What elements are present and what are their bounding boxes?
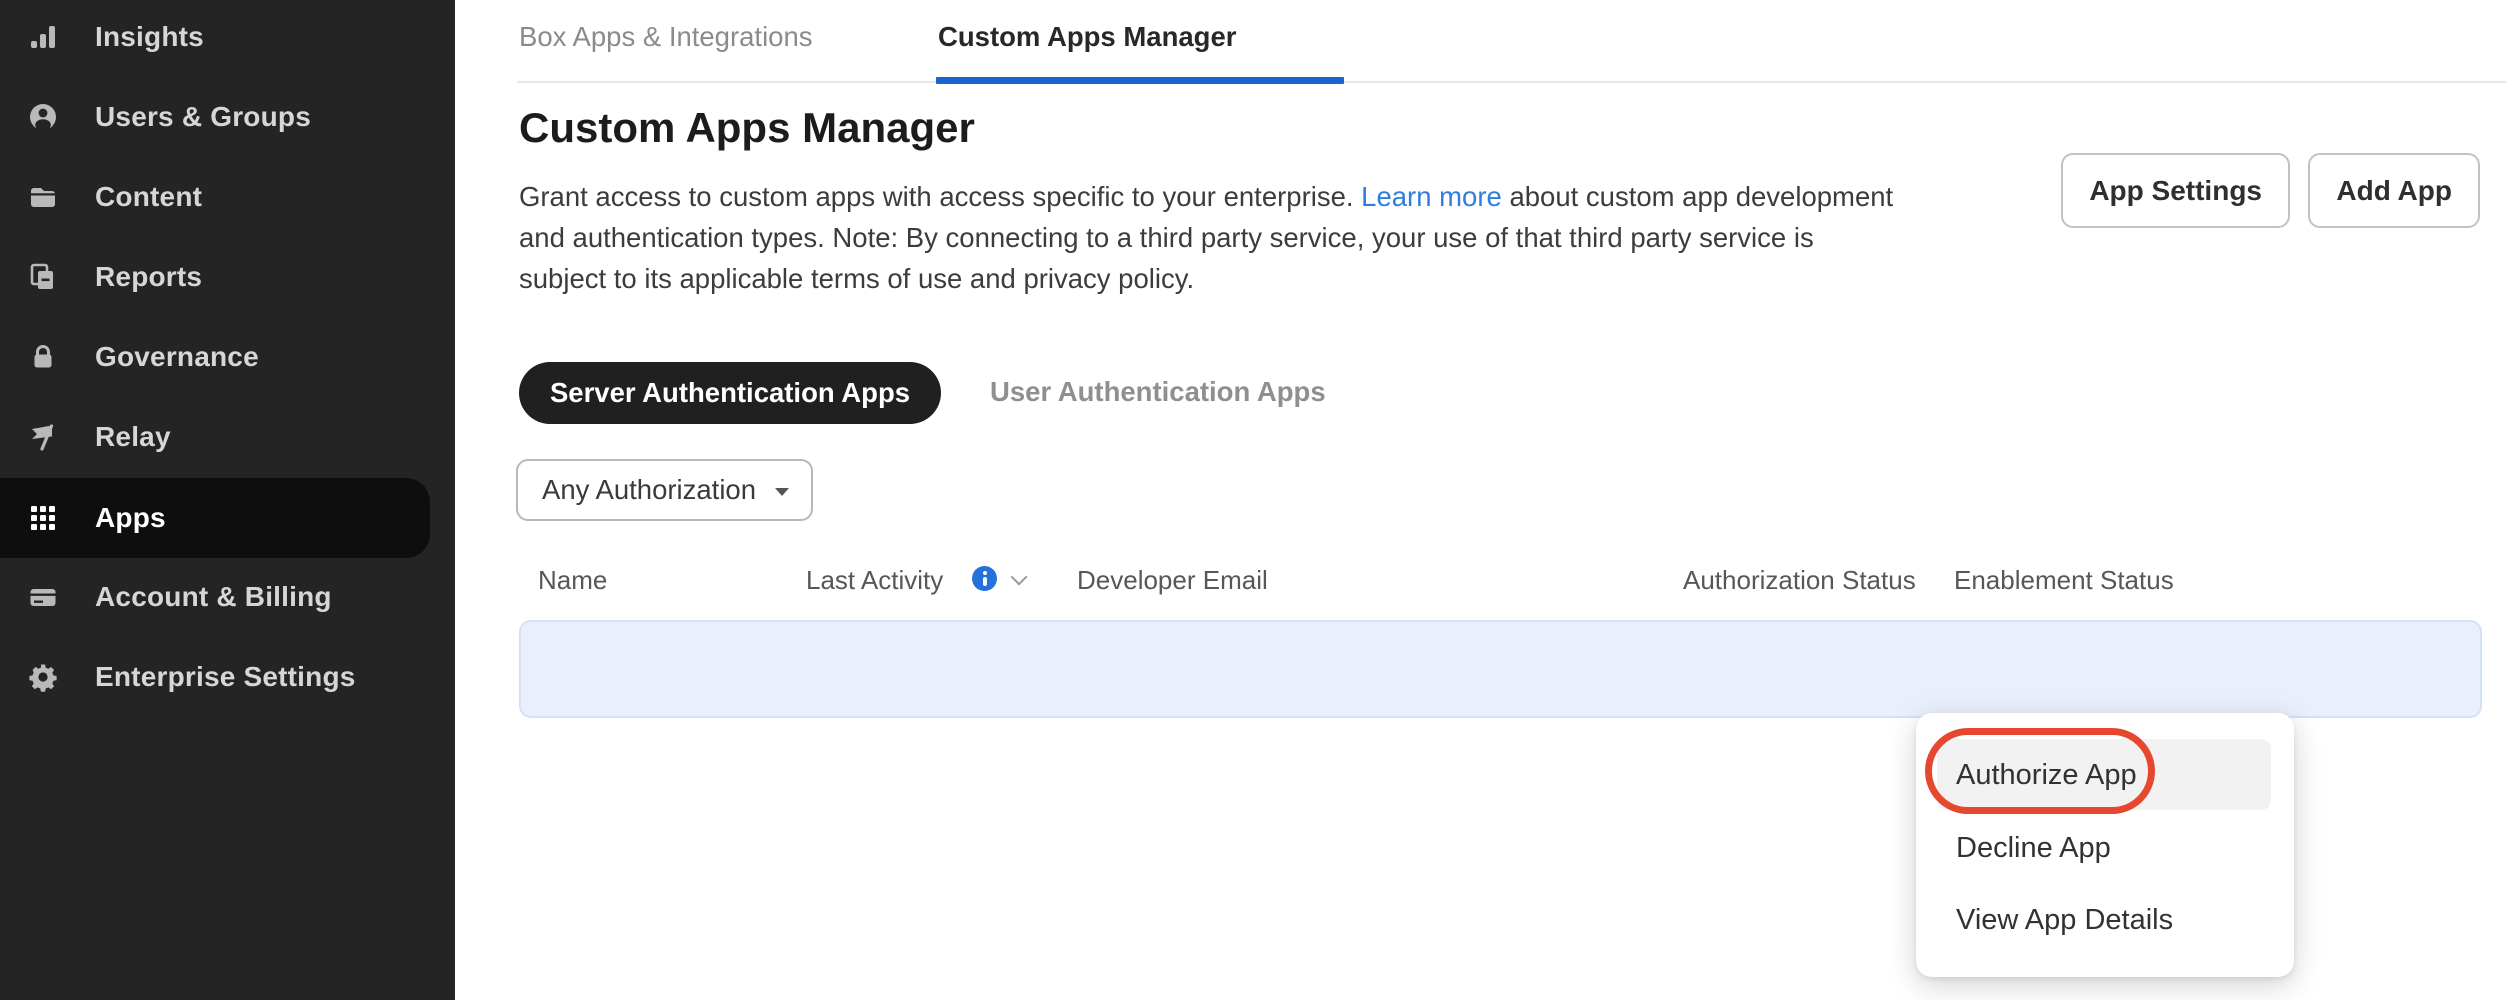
- authorization-filter-dropdown[interactable]: Any Authorization: [516, 459, 813, 521]
- tab-bar-divider: [517, 81, 2506, 83]
- sidebar-item-label: Apps: [95, 502, 166, 534]
- grid-icon: [28, 503, 58, 533]
- sidebar-item-label: Insights: [95, 21, 204, 53]
- sidebar-item-relay[interactable]: Relay: [0, 397, 455, 477]
- caret-down-icon: [775, 488, 789, 496]
- column-header-developer-email: Developer Email: [1077, 565, 1268, 595]
- chevron-down-icon[interactable]: [1012, 570, 1027, 585]
- sidebar-item-label: Users & Groups: [95, 101, 311, 133]
- folder-icon: [28, 182, 58, 212]
- sidebar-item-label: Account & Billing: [95, 581, 332, 613]
- app-settings-button[interactable]: App Settings: [2061, 153, 2290, 228]
- filter-selected-value: Any Authorization: [542, 474, 756, 506]
- gear-icon: [28, 662, 58, 692]
- menu-item-decline-app[interactable]: Decline App: [1956, 832, 2111, 865]
- column-header-authorization-status: Authorization Status: [1683, 565, 1916, 595]
- table-row: [519, 620, 2482, 718]
- sidebar-item-label: Content: [95, 181, 202, 213]
- column-header-enablement-status: Enablement Status: [1954, 565, 2174, 595]
- learn-more-link[interactable]: Learn more: [1361, 181, 1502, 212]
- sidebar-item-label: Enterprise Settings: [95, 661, 356, 693]
- menu-item-view-app-details[interactable]: View App Details: [1956, 904, 2173, 937]
- lock-icon: [28, 342, 58, 372]
- tab-user-authentication-apps[interactable]: User Authentication Apps: [990, 376, 1326, 408]
- sidebar-item-apps[interactable]: Apps: [0, 478, 430, 558]
- flag-icon: [28, 422, 58, 452]
- description-line-2: and authentication types. Note: By conne…: [519, 217, 1893, 258]
- sidebar-item-enterprise-settings[interactable]: Enterprise Settings: [0, 637, 455, 717]
- add-app-button[interactable]: Add App: [2308, 153, 2480, 228]
- menu-item-authorize-app[interactable]: Authorize App: [1956, 759, 2137, 792]
- page-title: Custom Apps Manager: [519, 104, 975, 152]
- sidebar-item-insights[interactable]: Insights: [0, 0, 455, 77]
- credit-card-icon: [28, 582, 58, 612]
- sidebar-item-label: Reports: [95, 261, 202, 293]
- context-menu: Authorize App Decline App View App Detai…: [1916, 713, 2294, 977]
- sidebar-item-content[interactable]: Content: [0, 157, 455, 237]
- page-description: Grant access to custom apps with access …: [519, 176, 1893, 299]
- sidebar-item-label: Relay: [95, 421, 171, 453]
- sidebar-item-users-groups[interactable]: Users & Groups: [0, 77, 455, 157]
- active-tab-underline: [936, 77, 1344, 84]
- user-icon: [28, 102, 58, 132]
- description-line-3: subject to its applicable terms of use a…: [519, 258, 1893, 299]
- column-header-last-activity[interactable]: Last Activity: [806, 565, 943, 595]
- description-line-1: Grant access to custom apps with access …: [519, 176, 1893, 217]
- tab-box-apps-integrations[interactable]: Box Apps & Integrations: [519, 21, 813, 53]
- sidebar-item-account-billing[interactable]: Account & Billing: [0, 557, 455, 637]
- report-icon: [28, 262, 58, 292]
- sidebar-item-label: Governance: [95, 341, 259, 373]
- sidebar-item-governance[interactable]: Governance: [0, 317, 455, 397]
- column-header-name: Name: [538, 565, 607, 595]
- sidebar-item-reports[interactable]: Reports: [0, 237, 455, 317]
- tab-server-authentication-apps[interactable]: Server Authentication Apps: [519, 362, 941, 424]
- sidebar: Insights Users & Groups Content: [0, 0, 455, 1000]
- bar-chart-icon: [28, 22, 58, 52]
- info-icon[interactable]: [972, 566, 997, 591]
- tab-custom-apps-manager[interactable]: Custom Apps Manager: [938, 21, 1236, 53]
